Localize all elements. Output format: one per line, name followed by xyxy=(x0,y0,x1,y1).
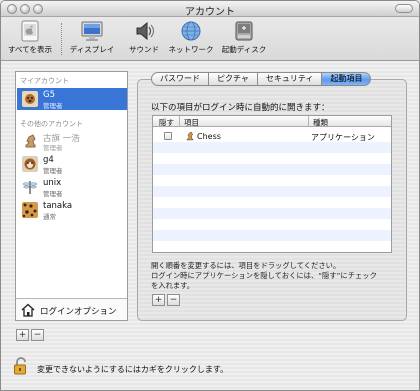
account-name: G5 xyxy=(43,90,55,100)
account-name: unix xyxy=(43,178,62,188)
show-all-button[interactable]: すべてを表示 xyxy=(7,20,53,55)
tab-password[interactable]: パスワード xyxy=(151,72,209,86)
hide-checkbox[interactable] xyxy=(164,132,172,140)
lock-icon[interactable] xyxy=(13,357,29,375)
dragonfly-avatar xyxy=(22,181,38,194)
item-kind: アプリケーション xyxy=(311,133,375,142)
network-label: ネットワーク xyxy=(168,45,214,54)
column-header-hide[interactable]: 隠す xyxy=(159,117,174,128)
account-name: tanaka xyxy=(43,201,73,211)
other-accounts-header: その他のアカウント xyxy=(20,120,83,128)
column-header-kind[interactable]: 種類 xyxy=(313,117,328,128)
lock-instruction: 変更できないようにするにはカギをクリックします。 xyxy=(37,365,229,374)
network-button[interactable]: ネットワーク xyxy=(167,20,215,55)
display-label: ディスプレイ xyxy=(69,45,115,54)
show-all-label: すべてを表示 xyxy=(7,45,53,54)
account-item-unix[interactable]: unix 管理者 xyxy=(17,176,127,198)
table-row[interactable]: Chess アプリケーション xyxy=(153,130,391,142)
dog-avatar xyxy=(22,156,38,172)
preferences-window: アカウント すべてを表示 ディスプレイ サウンド ネットワーク 起動ディスク マ… xyxy=(0,0,420,391)
login-items-intro: 以下の項目がログイン時に自動的に開きます： xyxy=(151,103,330,113)
chess-knight-avatar xyxy=(25,134,36,148)
window-title: アカウント xyxy=(185,7,235,18)
display-button[interactable]: ディスプレイ xyxy=(69,20,115,55)
account-item-g5[interactable]: G5 管理者 xyxy=(17,88,127,110)
empty-row xyxy=(153,208,391,219)
login-options-label: ログインオプション xyxy=(40,307,117,317)
account-role: 通常 xyxy=(43,213,56,221)
column-divider xyxy=(308,116,309,127)
startup-disk-label: 起動ディスク xyxy=(221,45,267,54)
chess-app-icon xyxy=(186,131,194,141)
startup-disk-button[interactable]: 起動ディスク xyxy=(219,20,269,55)
table-header: 隠す 項目 種類 xyxy=(153,116,391,127)
remove-account-button[interactable]: − xyxy=(31,329,44,341)
account-item-furuhata[interactable]: 古旗 一浩 管理者 xyxy=(17,130,127,152)
sound-button[interactable]: サウンド xyxy=(123,20,165,55)
empty-row xyxy=(153,164,391,175)
toolbar: すべてを表示 ディスプレイ サウンド ネットワーク 起動ディスク xyxy=(1,17,419,61)
remove-login-item-button[interactable]: − xyxy=(167,294,180,306)
login-items-table[interactable]: 隠す 項目 種類 Chess アプリケーション xyxy=(152,115,392,253)
account-name: g4 xyxy=(43,155,54,165)
startup-disk-icon xyxy=(235,21,253,41)
empty-row xyxy=(153,186,391,197)
add-login-item-button[interactable]: + xyxy=(152,294,165,306)
account-item-g4[interactable]: g4 管理者 xyxy=(17,153,127,175)
account-item-tanaka[interactable]: tanaka 通常 xyxy=(17,199,127,221)
display-icon xyxy=(81,21,103,41)
hint-line: を入れます。 xyxy=(151,281,195,290)
house-icon xyxy=(21,303,35,317)
tab-security[interactable]: セキュリティ xyxy=(257,72,323,86)
account-role: 管理者 xyxy=(43,190,63,198)
toolbar-toggle-button[interactable] xyxy=(395,4,413,13)
account-role: 管理者 xyxy=(43,144,63,152)
toolbar-separator xyxy=(61,23,62,55)
tab-picture[interactable]: ピクチャ xyxy=(209,72,258,86)
add-account-button[interactable]: + xyxy=(16,329,29,341)
hint-line: ログイン時にアプリケーションを隠しておくには、“隠す”にチェック xyxy=(151,271,377,280)
network-globe-icon xyxy=(181,21,201,41)
column-divider xyxy=(179,116,180,127)
account-role: 管理者 xyxy=(43,102,63,110)
my-account-header: マイアカウント xyxy=(20,77,69,85)
login-items-hint: 開く順番を変更するには、項目をドラッグしてください。 ログイン時にアプリケーショ… xyxy=(151,261,401,291)
tab-login-items[interactable]: 起動項目 xyxy=(322,72,372,86)
empty-row xyxy=(153,142,391,153)
hint-line: 開く順番を変更するには、項目をドラッグしてください。 xyxy=(151,261,341,270)
account-list[interactable]: マイアカウント G5 管理者 その他のアカウント 古旗 一浩 管理者 g4 管理… xyxy=(15,71,128,321)
account-role: 管理者 xyxy=(43,167,63,175)
leopard-avatar xyxy=(22,202,38,218)
column-header-item[interactable]: 項目 xyxy=(184,117,199,128)
tab-bar: パスワード ピクチャ セキュリティ 起動項目 xyxy=(151,72,372,86)
sound-label: サウンド xyxy=(129,45,159,54)
title-bar: アカウント xyxy=(1,1,419,18)
item-name: Chess xyxy=(197,132,221,141)
apple-icon xyxy=(21,20,39,42)
dog-avatar xyxy=(22,91,38,107)
empty-row xyxy=(153,230,391,241)
speaker-icon xyxy=(136,21,155,41)
login-options-item[interactable]: ログインオプション xyxy=(16,298,127,320)
